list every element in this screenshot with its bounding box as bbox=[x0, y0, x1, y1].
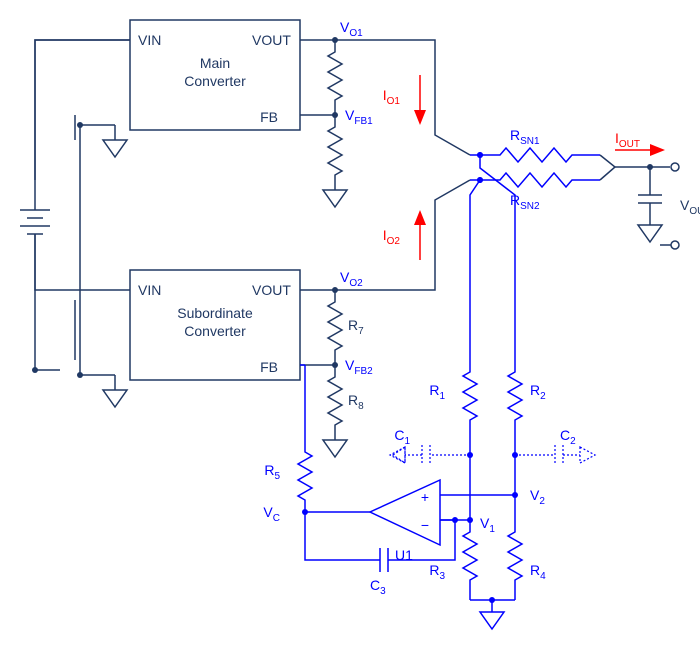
resistor-r2 bbox=[508, 360, 522, 455]
ground-r8 bbox=[323, 440, 347, 457]
svg-text:C1: C1 bbox=[394, 427, 410, 447]
resistor-r8 bbox=[328, 365, 342, 440]
svg-text:−: − bbox=[421, 517, 429, 533]
sub-fb-label: FB bbox=[260, 359, 278, 375]
v2-label: V2 bbox=[530, 487, 545, 507]
io1-arrow: IO1 bbox=[383, 75, 426, 125]
vc-label: VC bbox=[263, 504, 280, 524]
svg-text:RSN1: RSN1 bbox=[510, 127, 540, 147]
main-title2: Converter bbox=[184, 73, 246, 89]
vout-terminal-top bbox=[671, 163, 679, 171]
resistor-r3 bbox=[463, 520, 477, 600]
rsn2: RSN2 bbox=[470, 173, 600, 212]
v1-label: V1 bbox=[480, 515, 495, 535]
resistor-vfb1-top bbox=[328, 40, 342, 115]
cap-c3: C3 bbox=[305, 512, 455, 597]
vout-label: VOUT bbox=[680, 197, 700, 217]
io2-arrow: IO2 bbox=[383, 210, 426, 260]
resistor-r4 bbox=[508, 495, 522, 600]
svg-text:C2: C2 bbox=[560, 427, 576, 447]
ground-vout bbox=[638, 225, 662, 242]
resistor-r1 bbox=[463, 360, 477, 455]
ground-vfb1 bbox=[323, 190, 347, 207]
sub-vin-label: VIN bbox=[138, 282, 161, 298]
r7-label: R7 bbox=[348, 317, 364, 337]
vo1-label: VO1 bbox=[340, 19, 363, 39]
vfb2-label: VFB2 bbox=[345, 357, 373, 377]
vout-terminal-bot bbox=[671, 241, 679, 249]
resistor-vfb1-bot bbox=[328, 115, 342, 190]
vo2-label: VO2 bbox=[340, 269, 363, 289]
circuit-diagram: VIN VOUT FB Main Converter VIN VOUT FB S… bbox=[0, 0, 700, 646]
main-fb-label: FB bbox=[260, 109, 278, 125]
main-title1: Main bbox=[200, 55, 230, 71]
r2-label: R2 bbox=[530, 382, 546, 402]
sub-title1: Subordinate bbox=[177, 305, 253, 321]
sub-title2: Converter bbox=[184, 323, 246, 339]
ground-r3r4 bbox=[480, 612, 504, 629]
svg-text:IO1: IO1 bbox=[383, 87, 401, 107]
svg-text:IOUT: IOUT bbox=[615, 130, 640, 150]
resistor-r7 bbox=[328, 290, 342, 365]
r4-label: R4 bbox=[530, 562, 546, 582]
iout-arrow: IOUT bbox=[615, 130, 665, 156]
vfb1-label: VFB1 bbox=[345, 107, 373, 127]
rsn1: RSN1 bbox=[470, 127, 600, 162]
cap-c1: C1 bbox=[390, 427, 470, 465]
r3-label: R3 bbox=[429, 562, 445, 582]
resistor-r5 bbox=[298, 420, 312, 512]
svg-text:+: + bbox=[421, 489, 429, 505]
r1-label: R1 bbox=[429, 382, 445, 402]
cap-c2: C2 bbox=[515, 427, 595, 465]
ground-main bbox=[103, 140, 127, 157]
sub-vout-label: VOUT bbox=[252, 282, 291, 298]
main-vin-label: VIN bbox=[138, 32, 161, 48]
r8-label: R8 bbox=[348, 392, 364, 412]
svg-text:C3: C3 bbox=[370, 577, 386, 597]
r5-label: R5 bbox=[264, 462, 280, 482]
main-vout-label: VOUT bbox=[252, 32, 291, 48]
svg-text:IO2: IO2 bbox=[383, 227, 401, 247]
